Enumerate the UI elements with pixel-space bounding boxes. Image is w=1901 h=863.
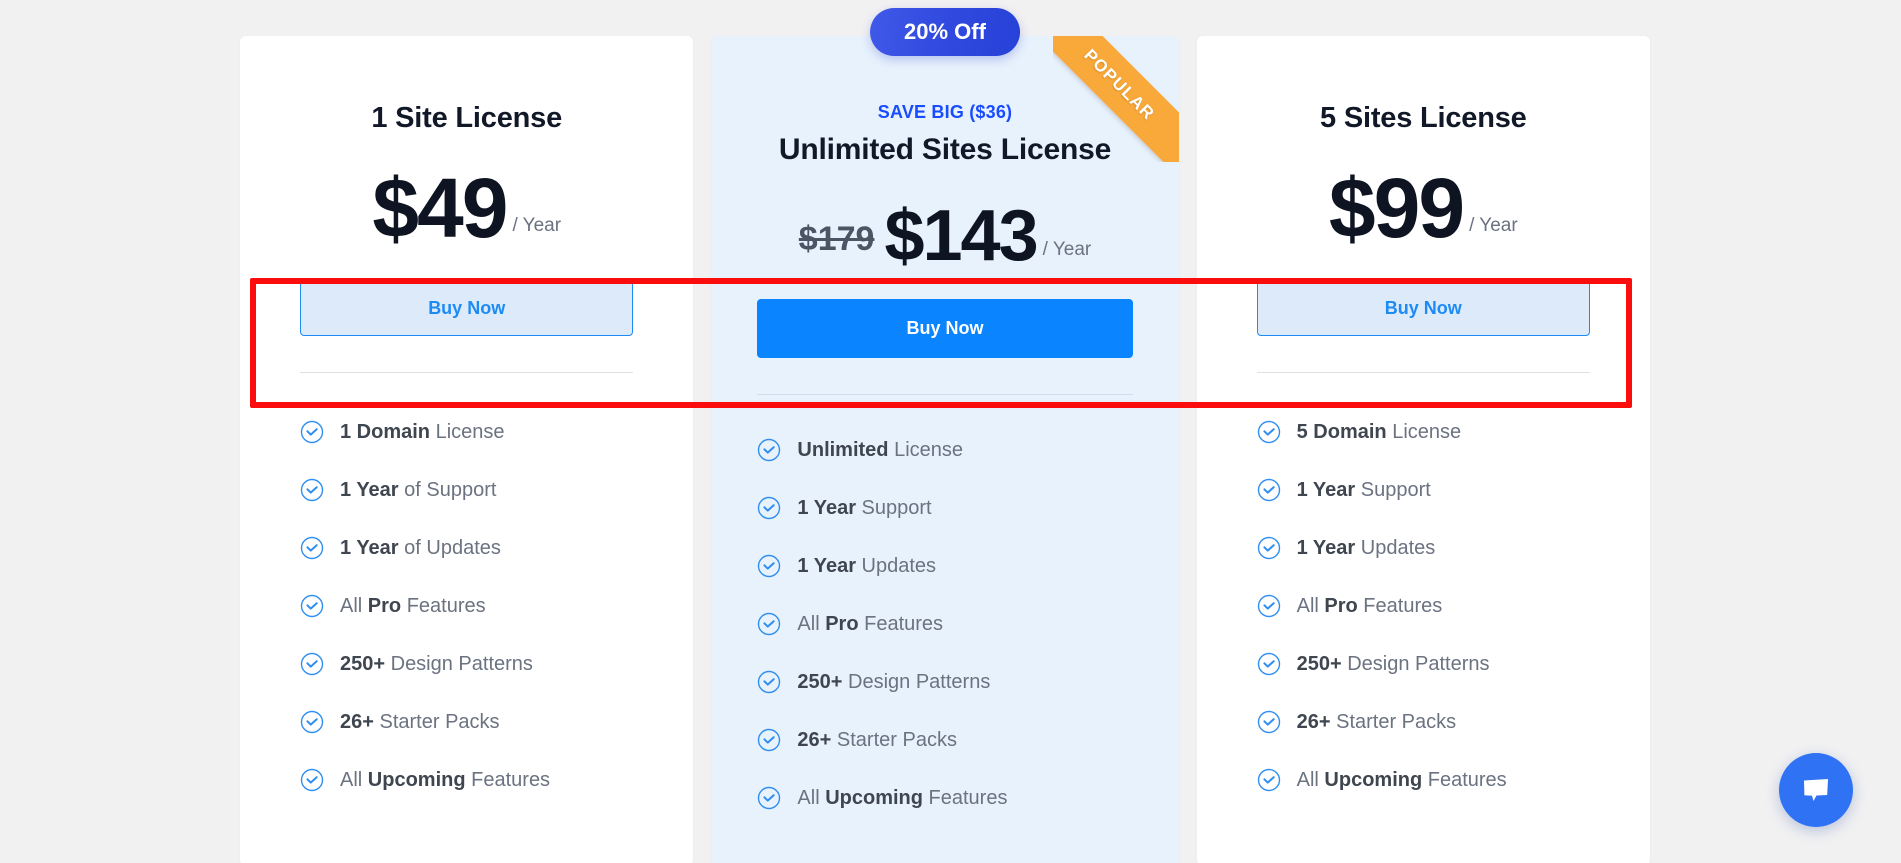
check-circle-icon [300, 478, 324, 502]
plan-price-row: $99 / Year [1197, 155, 1650, 255]
feature-item: 1 Year of Updates [300, 519, 693, 577]
feature-label: All Pro Features [340, 594, 486, 617]
feature-label: 1 Year Support [797, 496, 932, 519]
plan-price-row: $49 / Year [240, 155, 693, 255]
check-circle-icon [1257, 710, 1280, 734]
pricing-card-unlimited: 20% Off POPULAR SAVE BIG ($36) Unlimited… [711, 8, 1179, 863]
feature-label: 26+ Starter Packs [1296, 710, 1457, 733]
feature-item: All Pro Features [757, 595, 1178, 653]
feature-list: 1 Domain License 1 Year of Support 1 Year … [240, 403, 693, 809]
plan-title: 5 Sites License [1320, 102, 1527, 134]
feature-item: All Upcoming Features [757, 769, 1178, 827]
check-circle-icon [1257, 536, 1280, 560]
check-circle-icon [300, 710, 324, 734]
check-circle-icon [758, 670, 781, 694]
feature-label: 1 Domain License [340, 420, 505, 443]
plan-price: $49 [372, 160, 508, 255]
check-circle-icon [1257, 768, 1280, 792]
buy-area: Buy Now [240, 281, 693, 336]
feature-label: All Pro Features [1296, 594, 1443, 617]
pricing-card-5-sites: 5 Sites License $99 / Year Buy Now 5 Dom… [1196, 36, 1651, 863]
check-circle-icon [300, 768, 324, 792]
feature-label: 250+ Design Patterns [340, 652, 533, 675]
check-circle-icon [758, 554, 781, 578]
feature-item: All Upcoming Features [1257, 751, 1650, 809]
check-circle-icon [758, 612, 781, 636]
feature-label: All Upcoming Features [340, 768, 551, 791]
pricing-card-1-site: 1 Site License $49 / Year Buy Now 1 Doma… [240, 36, 694, 863]
feature-item: All Pro Features [300, 577, 693, 635]
check-circle-icon [1257, 420, 1280, 444]
check-circle-icon [1257, 594, 1280, 618]
feature-item: 250+ Design Patterns [757, 653, 1178, 711]
check-circle-icon [300, 594, 324, 618]
feature-item: 5 Domain License [1257, 403, 1650, 461]
feature-item: 26+ Starter Packs [300, 693, 693, 751]
feature-item: 1 Domain License [300, 403, 693, 461]
check-circle-icon [758, 438, 781, 462]
check-circle-icon [300, 420, 324, 444]
feature-label: All Upcoming Features [797, 786, 1008, 809]
feature-label: Unlimited License [797, 438, 964, 461]
feature-item: Unlimited License [757, 421, 1178, 479]
check-circle-icon [758, 496, 781, 520]
feature-item: 250+ Design Patterns [1257, 635, 1650, 693]
plan-price: $143 [884, 195, 1038, 276]
feature-label: 1 Year Updates [797, 554, 937, 577]
check-circle-icon [300, 536, 324, 560]
discount-badge: 20% Off [870, 8, 1020, 56]
plan-price-period: / Year [1042, 239, 1092, 260]
plan-title: 1 Site License [371, 102, 563, 134]
check-circle-icon [758, 728, 781, 752]
feature-item: 26+ Starter Packs [1257, 693, 1650, 751]
feature-label: All Upcoming Features [1296, 768, 1507, 791]
feature-item: 250+ Design Patterns [300, 635, 693, 693]
feature-label: 26+ Starter Packs [340, 710, 500, 733]
card-divider [300, 372, 634, 373]
feature-list: Unlimited License 1 Year Support 1 Year Up… [711, 421, 1178, 827]
feature-item: All Upcoming Features [300, 751, 693, 809]
feature-label: All Pro Features [797, 612, 944, 635]
pricing-page: 1 Site License $49 / Year Buy Now 1 Doma… [0, 0, 1901, 863]
feature-label: 1 Year of Updates [340, 536, 501, 559]
check-circle-icon [758, 786, 781, 810]
card-divider [1256, 372, 1591, 373]
plan-title: Unlimited Sites License [778, 133, 1112, 166]
check-circle-icon [300, 652, 324, 676]
buy-now-button-5-sites[interactable]: Buy Now [1256, 281, 1591, 336]
feature-item: 1 Year Updates [1257, 519, 1650, 577]
buy-area: Buy Now [1197, 281, 1650, 336]
feature-item: 1 Year Updates [757, 537, 1178, 595]
plan-price-period: / Year [1469, 215, 1518, 236]
feature-label: 1 Year Updates [1296, 536, 1436, 559]
check-circle-icon [1257, 478, 1280, 502]
feature-item: All Pro Features [1257, 577, 1650, 635]
chat-widget-button[interactable] [1779, 753, 1853, 827]
feature-label: 26+ Starter Packs [797, 728, 957, 751]
feature-item: 26+ Starter Packs [757, 711, 1178, 769]
plan-price-row: $179 $143 / Year [711, 177, 1178, 276]
buy-now-button-1-site[interactable]: Buy Now [300, 281, 634, 336]
buy-now-button-unlimited[interactable]: Buy Now [757, 299, 1133, 358]
check-circle-icon [1257, 652, 1280, 676]
feature-label: 5 Domain License [1296, 420, 1462, 443]
chat-bubble-icon [1804, 779, 1828, 801]
pricing-cards-row: 1 Site License $49 / Year Buy Now 1 Doma… [240, 8, 1651, 863]
plan-price-period: / Year [512, 215, 562, 236]
feature-label: 1 Year Support [1296, 478, 1431, 501]
card-divider [757, 394, 1133, 395]
feature-label: 1 Year of Support [340, 478, 497, 501]
feature-item: 1 Year Support [1257, 461, 1650, 519]
plan-price-original: $179 [798, 220, 875, 258]
feature-item: 1 Year of Support [300, 461, 693, 519]
feature-list: 5 Domain License 1 Year Support 1 Year Upd… [1197, 403, 1650, 809]
save-big-label: SAVE BIG ($36) [877, 102, 1013, 122]
feature-label: 250+ Design Patterns [1296, 652, 1490, 675]
feature-label: 250+ Design Patterns [797, 670, 991, 693]
plan-price: $99 [1328, 160, 1465, 255]
feature-item: 1 Year Support [757, 479, 1178, 537]
buy-area: Buy Now [711, 299, 1178, 358]
